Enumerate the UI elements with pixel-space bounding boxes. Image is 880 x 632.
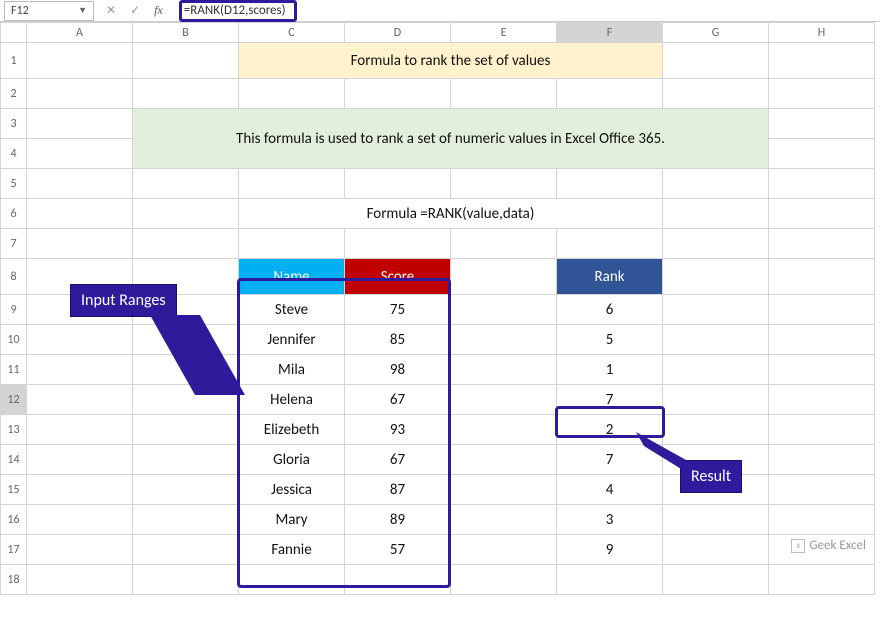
cell-score[interactable]: 87 (345, 475, 451, 505)
row-6[interactable]: 6 (1, 199, 27, 229)
chevron-down-icon[interactable]: ▼ (78, 5, 87, 16)
cell-rank[interactable]: 5 (557, 325, 663, 355)
col-A[interactable]: A (27, 23, 133, 43)
formula-text[interactable]: Formula =RANK(value,data) (239, 199, 663, 229)
formula-bar-row: F12 ▼ ✕ ✓ fx =RANK(D12,scores) (0, 0, 880, 22)
row-18[interactable]: 18 (1, 565, 27, 595)
cell-score[interactable]: 57 (345, 535, 451, 565)
cell-name[interactable]: Jennifer (239, 325, 345, 355)
row-2[interactable]: 2 (1, 79, 27, 109)
cell-name[interactable]: Gloria (239, 445, 345, 475)
watermark-icon: x (791, 539, 805, 553)
cell-score[interactable]: 93 (345, 415, 451, 445)
cell-name[interactable]: Steve (239, 295, 345, 325)
enter-icon[interactable]: ✓ (130, 3, 140, 18)
fx-icon[interactable]: fx (154, 3, 163, 18)
row-1[interactable]: 1 (1, 43, 27, 79)
cell-score[interactable]: 67 (345, 385, 451, 415)
watermark-text: Geek Excel (809, 538, 866, 553)
formula-bar-input[interactable]: =RANK(D12,scores) (175, 1, 880, 21)
name-box[interactable]: F12 ▼ (4, 1, 94, 21)
row-11[interactable]: 11 (1, 355, 27, 385)
cell-rank[interactable]: 6 (557, 295, 663, 325)
cell-name[interactable]: Fannie (239, 535, 345, 565)
header-score[interactable]: Score (345, 259, 451, 295)
column-headers[interactable]: A B C D E F G H (1, 23, 875, 43)
cancel-icon[interactable]: ✕ (106, 3, 116, 18)
row-12[interactable]: 12 (1, 385, 27, 415)
row-5[interactable]: 5 (1, 169, 27, 199)
row-14[interactable]: 14 (1, 445, 27, 475)
cell-rank[interactable]: 9 (557, 535, 663, 565)
cell-score[interactable]: 89 (345, 505, 451, 535)
callout-input-ranges: Input Ranges (70, 284, 177, 317)
title-sub[interactable]: This formula is used to rank a set of nu… (133, 109, 769, 169)
name-box-value: F12 (11, 4, 29, 18)
col-B[interactable]: B (133, 23, 239, 43)
cell-rank[interactable]: 4 (557, 475, 663, 505)
worksheet-grid[interactable]: A B C D E F G H 1 Formula to rank the se… (0, 22, 880, 595)
row-16[interactable]: 16 (1, 505, 27, 535)
cell-rank-selected[interactable]: 7 (557, 385, 663, 415)
row-3[interactable]: 3 (1, 109, 27, 139)
cell-score[interactable]: 85 (345, 325, 451, 355)
row-4[interactable]: 4 (1, 139, 27, 169)
cell-name[interactable]: Helena (239, 385, 345, 415)
row-8[interactable]: 8 (1, 259, 27, 295)
cell-score[interactable]: 67 (345, 445, 451, 475)
row-7[interactable]: 7 (1, 229, 27, 259)
row-13[interactable]: 13 (1, 415, 27, 445)
cell-rank[interactable]: 3 (557, 505, 663, 535)
header-name[interactable]: Name (239, 259, 345, 295)
title-main[interactable]: Formula to rank the set of values (239, 43, 663, 79)
cell-name[interactable]: Jessica (239, 475, 345, 505)
formula-bar-highlight: =RANK(D12,scores) (179, 0, 297, 22)
col-D[interactable]: D (345, 23, 451, 43)
col-H[interactable]: H (769, 23, 875, 43)
col-E[interactable]: E (451, 23, 557, 43)
cell-rank[interactable]: 1 (557, 355, 663, 385)
cell-score[interactable]: 98 (345, 355, 451, 385)
callout-input-tail (150, 315, 250, 405)
row-10[interactable]: 10 (1, 325, 27, 355)
formula-bar-icons: ✕ ✓ fx (106, 3, 163, 18)
row-9[interactable]: 9 (1, 295, 27, 325)
cell-name[interactable]: Mary (239, 505, 345, 535)
formula-bar-value: =RANK(D12,scores) (184, 3, 286, 18)
row-17[interactable]: 17 (1, 535, 27, 565)
cell-name[interactable]: Mila (239, 355, 345, 385)
cell-name[interactable]: Elizebeth (239, 415, 345, 445)
col-F[interactable]: F (557, 23, 663, 43)
col-G[interactable]: G (663, 23, 769, 43)
row-15[interactable]: 15 (1, 475, 27, 505)
watermark: x Geek Excel (791, 538, 866, 553)
header-rank[interactable]: Rank (557, 259, 663, 295)
cell-score[interactable]: 75 (345, 295, 451, 325)
col-C[interactable]: C (239, 23, 345, 43)
callout-result-tail (636, 432, 696, 472)
